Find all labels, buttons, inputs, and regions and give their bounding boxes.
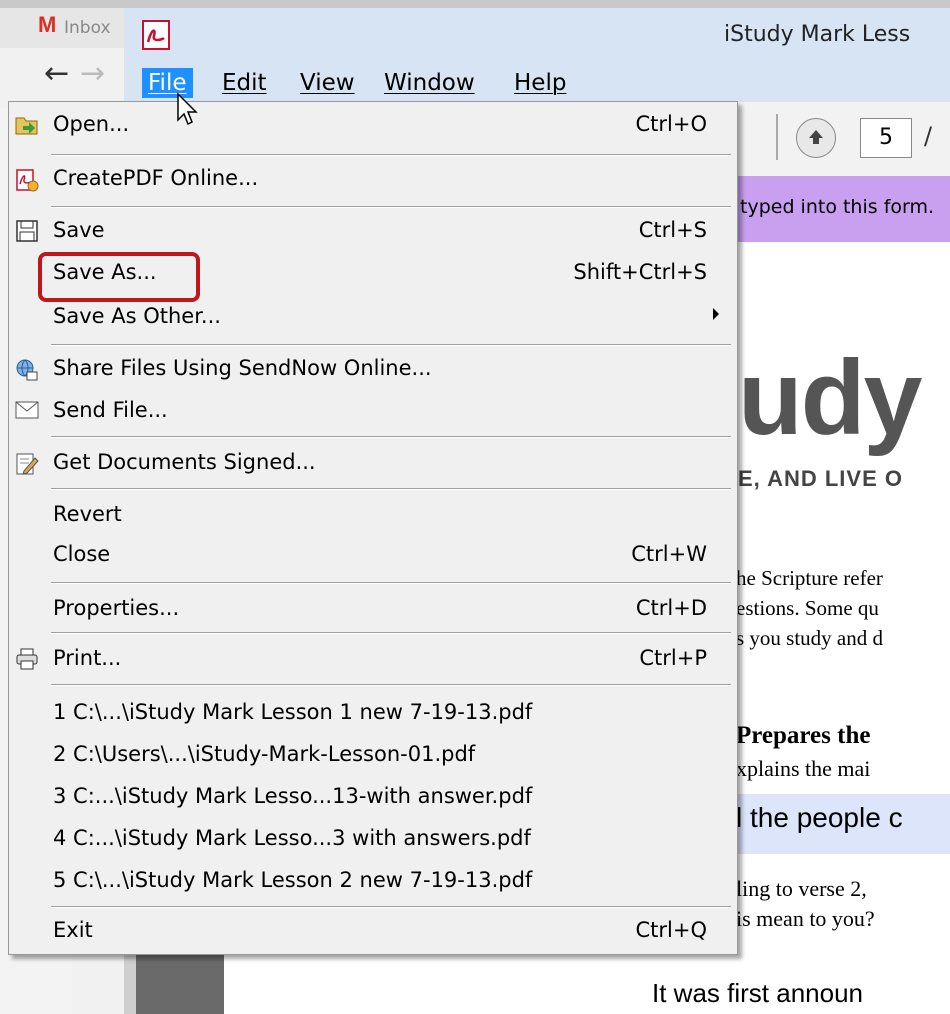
menu-item-recent-file[interactable]: 5 C:\...\iStudy Mark Lesson 2 new 7-19-1… xyxy=(9,862,737,902)
gmail-logo-icon: M xyxy=(38,12,57,37)
submenu-arrow-icon xyxy=(713,308,719,320)
menu-separator xyxy=(51,206,731,208)
doc-question-line: ling to verse 2, xyxy=(736,876,867,901)
tab-title: Inbox xyxy=(64,18,111,38)
recent-file-label: 4 C:...\iStudy Mark Lesso...3 with answe… xyxy=(53,826,531,850)
menu-item-revert[interactable]: Revert xyxy=(9,496,737,536)
doc-section-line: xplains the mai xyxy=(736,756,871,781)
recent-file-label: 1 C:\...\iStudy Mark Lesson 1 new 7-19-1… xyxy=(53,700,533,724)
window-title: iStudy Mark Less xyxy=(724,22,911,47)
menu-item-label: Save xyxy=(53,218,105,242)
mouse-cursor-icon xyxy=(176,92,200,128)
menu-item-label: Open... xyxy=(53,112,130,136)
file-dropdown-menu: Open... Ctrl+O CreatePDF Online... Save … xyxy=(8,101,738,955)
forward-arrow-icon[interactable]: → xyxy=(80,56,105,91)
browser-nav-area: ← → xyxy=(0,48,124,108)
previous-page-button[interactable] xyxy=(796,118,836,158)
menu-separator xyxy=(51,436,731,438)
browser-tab-gmail[interactable]: M Inbox xyxy=(0,8,125,48)
menu-separator xyxy=(51,488,731,490)
menu-item-recent-file[interactable]: 2 C:\Users\...\iStudy-Mark-Lesson-01.pdf xyxy=(9,736,737,776)
browser-top-strip xyxy=(0,0,950,8)
menu-item-shortcut: Shift+Ctrl+S xyxy=(573,260,707,284)
menu-item-label: Close xyxy=(53,542,111,566)
menu-item-label: Send File... xyxy=(53,398,168,422)
menu-item-shortcut: Ctrl+W xyxy=(631,542,707,566)
menu-view[interactable]: View xyxy=(294,68,361,98)
recent-file-label: 3 C:...\iStudy Mark Lesso...13-with answ… xyxy=(53,784,533,808)
menu-separator xyxy=(51,906,731,908)
acrobat-pdf-icon xyxy=(142,20,170,50)
menu-item-label: Share Files Using SendNow Online... xyxy=(53,356,432,380)
menu-item-exit[interactable]: Exit Ctrl+Q xyxy=(9,912,737,952)
open-folder-icon xyxy=(15,114,39,138)
back-arrow-icon[interactable]: ← xyxy=(44,56,69,91)
menu-item-shortcut: Ctrl+P xyxy=(639,646,707,670)
menu-separator xyxy=(51,154,731,156)
menu-item-label: Save As Other... xyxy=(53,304,221,328)
menu-item-print[interactable]: Print... Ctrl+P xyxy=(9,640,737,680)
menu-bar: File Edit View Window Help xyxy=(124,62,950,103)
save-as-annotation-highlight xyxy=(38,252,200,302)
doc-question-line: is mean to you? xyxy=(736,906,875,931)
menu-item-label: Exit xyxy=(53,918,93,942)
form-notice-text: typed into this form. xyxy=(740,196,935,218)
menu-item-shortcut: Ctrl+S xyxy=(638,218,707,242)
doc-heading: udy xyxy=(738,339,922,457)
menu-item-open[interactable]: Open... Ctrl+O xyxy=(9,106,737,146)
doc-paragraph-line: estions. Some qu xyxy=(736,596,879,620)
menu-item-send-file[interactable]: Send File... xyxy=(9,392,737,432)
menu-help[interactable]: Help xyxy=(508,68,572,98)
menu-item-shortcut: Ctrl+D xyxy=(635,596,707,620)
menu-item-recent-file[interactable]: 1 C:\...\iStudy Mark Lesson 1 new 7-19-1… xyxy=(9,694,737,734)
menu-item-label: Revert xyxy=(53,502,122,526)
menu-window[interactable]: Window xyxy=(378,68,481,98)
page-number-input[interactable]: 5 xyxy=(860,118,912,158)
menu-item-recent-file[interactable]: 3 C:...\iStudy Mark Lesso...13-with answ… xyxy=(9,778,737,818)
menu-item-share-files[interactable]: Share Files Using SendNow Online... xyxy=(9,350,737,390)
reader-title-bar: iStudy Mark Less xyxy=(124,8,950,62)
page-separator: / xyxy=(924,122,933,150)
menu-edit[interactable]: Edit xyxy=(216,68,273,98)
doc-paragraph-line: s you study and d xyxy=(736,626,883,650)
menu-item-shortcut: Ctrl+Q xyxy=(635,918,708,942)
menu-item-get-documents-signed[interactable]: Get Documents Signed... xyxy=(9,444,737,484)
menu-item-save[interactable]: Save Ctrl+S xyxy=(9,212,737,252)
menu-separator xyxy=(51,632,731,634)
recent-file-label: 5 C:\...\iStudy Mark Lesson 2 new 7-19-1… xyxy=(53,868,533,892)
menu-item-recent-file[interactable]: 4 C:...\iStudy Mark Lesso...3 with answe… xyxy=(9,820,737,860)
doc-section-heading: Prepares the xyxy=(736,722,871,749)
share-globe-icon xyxy=(15,358,39,382)
arrow-up-icon xyxy=(809,130,823,144)
envelope-icon xyxy=(15,400,39,424)
printer-icon xyxy=(15,648,39,672)
menu-item-close[interactable]: Close Ctrl+W xyxy=(9,536,737,576)
menu-item-label: Print... xyxy=(53,646,122,670)
menu-separator xyxy=(51,582,731,584)
doc-answer-line: It was first announ xyxy=(652,978,863,1008)
menu-item-label: Properties... xyxy=(53,596,180,620)
form-field-text: l the people c xyxy=(736,802,903,833)
doc-paragraph-line: he Scripture refer xyxy=(736,566,883,590)
menu-item-label: Get Documents Signed... xyxy=(53,450,316,474)
menu-separator xyxy=(51,684,731,686)
menu-item-label: CreatePDF Online... xyxy=(53,166,259,190)
sign-document-icon xyxy=(15,452,39,476)
save-disk-icon xyxy=(15,220,39,244)
toolbar-separator xyxy=(776,114,778,160)
menu-item-create-pdf[interactable]: CreatePDF Online... xyxy=(9,160,737,200)
menu-item-shortcut: Ctrl+O xyxy=(635,112,708,136)
recent-file-label: 2 C:\Users\...\iStudy-Mark-Lesson-01.pdf xyxy=(53,742,476,766)
doc-subtitle: E, AND LIVE O xyxy=(738,466,903,491)
menu-item-save-as-other[interactable]: Save As Other... xyxy=(9,298,737,338)
menu-item-properties[interactable]: Properties... Ctrl+D xyxy=(9,590,737,630)
create-pdf-icon xyxy=(15,168,39,192)
menu-separator xyxy=(51,344,731,346)
